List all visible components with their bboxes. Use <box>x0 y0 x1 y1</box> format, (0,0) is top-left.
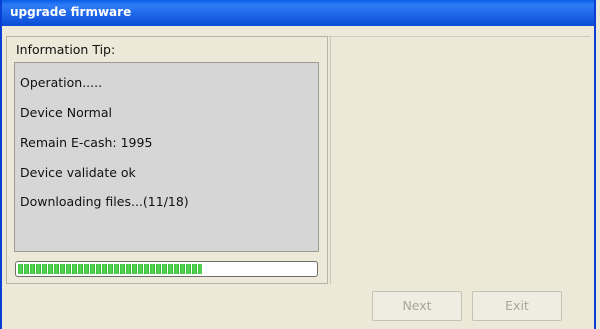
window-title: upgrade firmware <box>10 5 132 19</box>
log-line-device-normal: Device Normal <box>20 105 112 120</box>
log-line-remain-ecash: Remain E-cash: 1995 <box>20 135 153 150</box>
title-bar[interactable]: upgrade firmware <box>2 0 594 26</box>
info-log-box: Operation..... Device Normal Remain E-ca… <box>14 62 319 252</box>
log-line-downloading: Downloading files...(11/18) <box>20 194 189 209</box>
information-tip-label: Information Tip: <box>16 42 116 57</box>
download-progress-bar <box>15 261 318 277</box>
progress-bar-fill <box>18 264 202 274</box>
next-button[interactable]: Next <box>372 291 462 321</box>
log-line-device-validate: Device validate ok <box>20 165 136 180</box>
exit-button[interactable]: Exit <box>472 291 562 321</box>
right-panel <box>328 36 590 284</box>
log-line-operation: Operation..... <box>20 75 103 90</box>
